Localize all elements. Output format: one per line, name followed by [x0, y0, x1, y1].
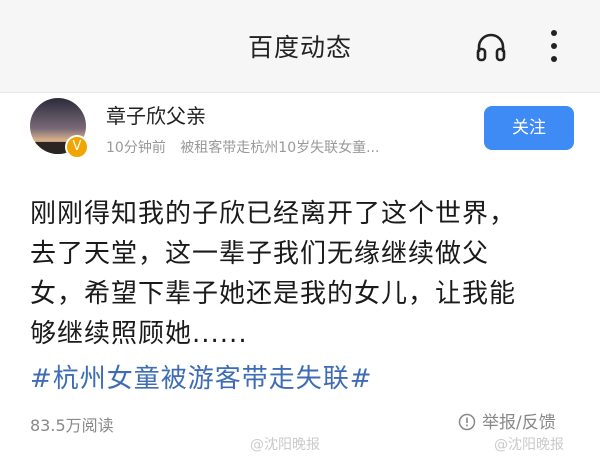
watermark: @沈阳晚报	[494, 437, 564, 453]
headphones-icon[interactable]	[474, 30, 508, 64]
vertical-ellipsis-icon[interactable]	[548, 28, 560, 64]
top-bar: 百度动态	[0, 0, 600, 93]
read-count: 83.5万阅读	[30, 416, 114, 435]
report-label: 举报/反馈	[482, 413, 556, 433]
verified-badge-icon: V	[65, 135, 89, 159]
watermark: @沈阳晚报	[250, 437, 320, 453]
post-line: 够继续照顾她......	[30, 319, 248, 349]
post-line: 刚刚得知我的子欣已经离开了这个世界，	[30, 199, 517, 229]
author-meta: 10分钟前 被租客带走杭州10岁失联女童...	[106, 137, 466, 157]
post-line: 女，希望下辈子她还是我的女儿，让我能	[30, 279, 517, 309]
post-content: 刚刚得知我的子欣已经离开了这个世界， 去了天堂，这一辈子我们无缘继续做父 女，希…	[30, 194, 570, 354]
report-button[interactable]: 举报/反馈	[458, 408, 556, 433]
report-icon	[458, 413, 476, 431]
page-title: 百度动态	[247, 33, 352, 62]
author-name[interactable]: 章子欣父亲	[106, 100, 206, 129]
follow-button[interactable]: 关注	[484, 106, 574, 150]
hashtag-link[interactable]: #杭州女童被游客带走失联#	[30, 358, 373, 395]
post-time: 10分钟前	[106, 140, 166, 156]
post-line: 去了天堂，这一辈子我们无缘继续做父	[30, 239, 490, 269]
post-source[interactable]: 被租客带走杭州10岁失联女童...	[180, 140, 379, 156]
